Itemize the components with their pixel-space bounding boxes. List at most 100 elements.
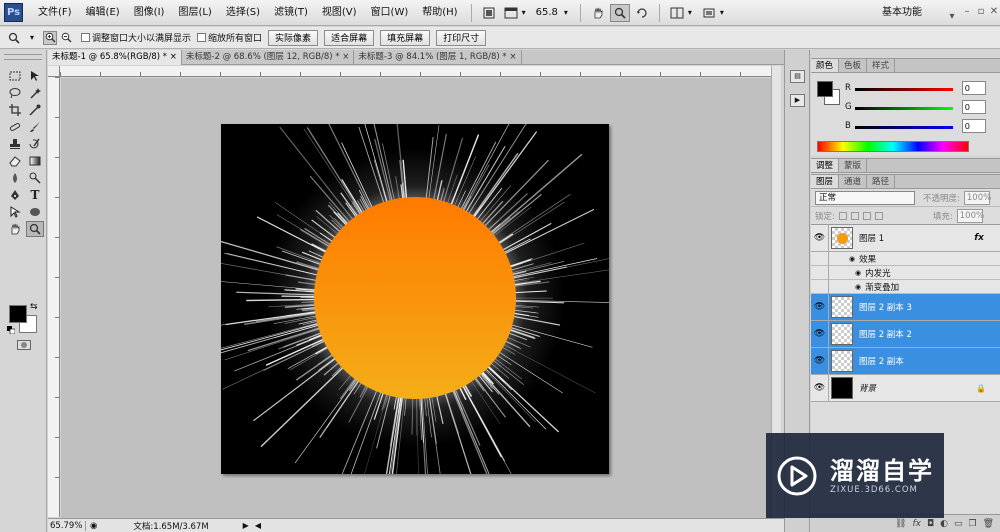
arrow-left-icon[interactable]: ◀ — [255, 521, 261, 530]
lasso-tool-icon[interactable] — [6, 85, 24, 101]
fill-screen-button[interactable]: 填充屏幕 — [380, 29, 431, 46]
lock-transparency-icon[interactable] — [838, 211, 847, 220]
tab-document-1[interactable]: 未标题-1 @ 65.8%(RGB/8) * × — [48, 50, 182, 65]
layer-row[interactable]: 👁 图层 2 副本 2 — [811, 320, 1000, 348]
bridge-icon[interactable] — [479, 4, 499, 22]
green-slider[interactable]: G — [845, 100, 995, 116]
layer-row[interactable]: 👁 图层 2 副本 — [811, 347, 1000, 375]
trash-icon[interactable]: 🗑 — [983, 519, 994, 529]
minimize-icon[interactable]: – — [960, 5, 974, 19]
tab-layers[interactable]: 图层 — [811, 175, 840, 188]
close-icon[interactable]: × — [170, 52, 177, 62]
fx-icon[interactable]: fx — [912, 519, 921, 529]
move-tool-icon[interactable] — [26, 68, 44, 84]
menu-view[interactable]: 视图(V) — [315, 0, 364, 26]
tab-document-2[interactable]: 未标题-2 @ 68.6% (图层 12, RGB/8) * × — [182, 50, 355, 65]
layer-row[interactable]: 👁 图层 1 fx — [811, 224, 1000, 252]
hand-tool-icon[interactable] — [588, 4, 608, 22]
eye-icon[interactable]: ◉ — [855, 283, 861, 291]
tab-swatches[interactable]: 色板 — [839, 59, 868, 72]
foreground-color-swatch[interactable] — [9, 305, 27, 323]
tab-channels[interactable]: 通道 — [839, 175, 868, 188]
effect-row[interactable]: ◉ 渐变叠加 — [811, 279, 1000, 294]
healing-brush-tool-icon[interactable] — [6, 119, 24, 135]
chevron-down-icon[interactable]: ▾ — [720, 8, 724, 17]
zoom-level[interactable]: 65.8 — [530, 7, 564, 18]
red-slider[interactable]: R — [845, 81, 995, 97]
layer-name[interactable]: 背景 — [859, 382, 876, 394]
menu-file[interactable]: 文件(F) — [31, 0, 79, 26]
menu-edit[interactable]: 编辑(E) — [79, 0, 127, 26]
brush-tool-icon[interactable] — [26, 119, 44, 135]
eye-icon[interactable]: 👁 — [811, 293, 829, 321]
new-layer-icon[interactable]: ❐ — [968, 519, 976, 529]
red-track[interactable] — [855, 88, 953, 91]
zoom-tool-icon[interactable] — [609, 3, 630, 22]
layer-name[interactable]: 图层 2 副本 3 — [859, 301, 912, 313]
path-selection-tool-icon[interactable] — [6, 204, 24, 220]
menu-help[interactable]: 帮助(H) — [415, 0, 464, 26]
fill-field[interactable]: 100% — [956, 208, 984, 223]
layer-name[interactable]: 图层 2 副本 2 — [859, 328, 912, 340]
blue-value-field[interactable] — [962, 119, 986, 133]
green-track[interactable] — [855, 107, 953, 110]
link-layers-icon[interactable]: ⛓ — [895, 519, 906, 529]
chevron-down-icon[interactable]: ▾ — [945, 10, 959, 24]
fx-icon[interactable]: fx — [974, 233, 984, 243]
vertical-ruler[interactable] — [48, 77, 60, 517]
screen-mode-icon[interactable] — [501, 4, 521, 22]
ruler-origin[interactable] — [48, 66, 60, 77]
close-icon[interactable]: ✕ — [987, 5, 1000, 19]
tab-paths[interactable]: 路径 — [867, 175, 896, 188]
shape-tool-icon[interactable] — [26, 204, 44, 220]
effects-header-row[interactable]: ◉ 效果 — [811, 251, 1000, 266]
add-mask-icon[interactable]: ◘ — [927, 519, 934, 529]
lock-pixels-icon[interactable] — [850, 211, 859, 220]
dodge-tool-icon[interactable] — [26, 170, 44, 186]
marquee-tool-icon[interactable] — [6, 68, 24, 84]
swap-colors-icon[interactable]: ⇆ — [30, 302, 38, 312]
close-icon[interactable]: × — [509, 52, 516, 62]
horizontal-ruler[interactable] — [60, 66, 780, 77]
new-group-icon[interactable]: ▭ — [954, 519, 963, 529]
zoom-tool-icon[interactable] — [26, 221, 44, 237]
lock-all-icon[interactable] — [874, 211, 883, 220]
pen-tool-icon[interactable] — [6, 187, 24, 203]
green-value-field[interactable] — [962, 100, 986, 114]
status-zoom[interactable]: 65.79% — [48, 520, 86, 531]
layer-name[interactable]: 图层 1 — [859, 232, 884, 244]
fit-screen-button[interactable]: 适合屏幕 — [324, 29, 375, 46]
lock-position-icon[interactable] — [862, 211, 871, 220]
layer-row[interactable]: 👁 背景 🔒 — [811, 374, 1000, 402]
resize-windows-checkbox[interactable]: 调整窗口大小以满屏显示 — [81, 31, 191, 44]
magic-wand-tool-icon[interactable] — [26, 85, 44, 101]
color-spectrum[interactable] — [817, 141, 969, 152]
eye-icon[interactable]: ◉ — [855, 269, 861, 277]
rotate-view-icon[interactable] — [632, 4, 652, 22]
arrange-documents-icon[interactable] — [667, 4, 687, 22]
menu-window[interactable]: 窗口(W) — [364, 0, 416, 26]
history-brush-tool-icon[interactable] — [26, 136, 44, 152]
red-value-field[interactable] — [962, 81, 986, 95]
toolbar-grip[interactable] — [4, 54, 42, 60]
document-canvas[interactable] — [221, 124, 609, 474]
history-panel-icon[interactable]: ▤ — [790, 70, 805, 83]
menu-filter[interactable]: 滤镜(T) — [267, 0, 315, 26]
close-icon[interactable]: × — [342, 52, 349, 62]
actions-panel-icon[interactable]: ▶ — [790, 94, 805, 107]
checkbox-box[interactable] — [197, 33, 207, 42]
eyedropper-tool-icon[interactable] — [26, 102, 44, 118]
default-colors-icon[interactable] — [7, 326, 16, 335]
tab-masks[interactable]: 蒙版 — [839, 159, 868, 172]
zoom-tool-preset-icon[interactable] — [0, 32, 30, 44]
effect-row[interactable]: ◉ 内发光 — [811, 265, 1000, 280]
chevron-down-icon[interactable]: ▾ — [564, 8, 568, 17]
eye-icon[interactable]: 👁 — [811, 347, 829, 375]
zoom-out-icon[interactable] — [59, 31, 73, 45]
crop-tool-icon[interactable] — [6, 102, 24, 118]
chevron-down-icon[interactable]: ▾ — [522, 8, 526, 17]
eraser-tool-icon[interactable] — [6, 153, 24, 169]
screen-mode-toggle-icon[interactable] — [699, 4, 719, 22]
workspace-switcher[interactable]: 基本功能 — [882, 0, 922, 26]
zoom-in-icon[interactable] — [43, 30, 58, 45]
